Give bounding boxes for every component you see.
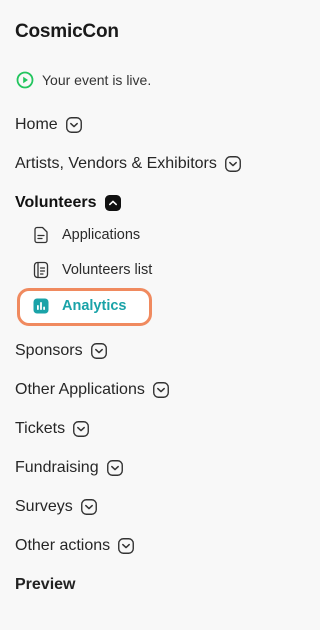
nav-item-sponsors[interactable]: Sponsors — [15, 342, 107, 360]
status-text: Your event is live. — [42, 72, 152, 88]
nav-item-label: Artists, Vendors & Exhibitors — [15, 155, 217, 172]
subnav-label: Applications — [62, 227, 141, 243]
analytics-chart-icon — [33, 298, 49, 314]
nav-item-other-applications[interactable]: Other Applications — [15, 381, 169, 399]
list-document-icon — [33, 261, 49, 279]
nav-item-preview[interactable]: Preview — [15, 576, 75, 594]
subnav-label: Analytics — [62, 298, 127, 314]
event-status: Your event is live. — [16, 71, 151, 89]
chevron-down-icon[interactable] — [65, 117, 82, 133]
nav-item-label: Sponsors — [15, 342, 83, 359]
nav-item-label: Surveys — [15, 498, 73, 515]
nav-item-surveys[interactable]: Surveys — [15, 498, 97, 516]
sidebar: CosmicCon Your event is live. Home Artis… — [0, 0, 290, 630]
chevron-down-icon[interactable] — [73, 421, 90, 437]
chevron-down-icon[interactable] — [106, 460, 123, 476]
nav-item-label: Other Applications — [15, 381, 145, 398]
subnav-item-applications[interactable]: Applications — [33, 226, 140, 244]
nav-item-volunteers[interactable]: Volunteers — [15, 194, 121, 212]
nav-item-label: Volunteers — [15, 194, 97, 211]
nav-item-home[interactable]: Home — [15, 116, 82, 134]
chevron-down-icon[interactable] — [80, 499, 97, 515]
chevron-down-icon[interactable] — [90, 343, 107, 359]
nav-item-label: Preview — [15, 576, 76, 593]
play-circle-icon — [16, 71, 34, 89]
subnav-label: Volunteers list — [62, 262, 153, 278]
nav-item-label: Home — [15, 116, 58, 133]
app-title: CosmicCon — [15, 21, 119, 42]
chevron-down-icon[interactable] — [118, 538, 135, 554]
chevron-down-icon[interactable] — [224, 156, 241, 172]
nav-item-label: Tickets — [15, 420, 66, 437]
document-icon — [33, 226, 49, 244]
nav-item-fundraising[interactable]: Fundraising — [15, 459, 123, 477]
chevron-up-icon[interactable] — [104, 195, 121, 211]
nav-item-label: Fundraising — [15, 459, 99, 476]
nav-item-label: Other actions — [15, 537, 111, 554]
nav-item-tickets[interactable]: Tickets — [15, 420, 90, 438]
nav-item-other-actions[interactable]: Other actions — [15, 537, 135, 555]
subnav-item-analytics[interactable]: Analytics — [33, 298, 126, 314]
nav-item-artists-vendors-exhibitors[interactable]: Artists, Vendors & Exhibitors — [15, 155, 241, 173]
chevron-down-icon[interactable] — [152, 382, 169, 398]
subnav-item-volunteers-list[interactable]: Volunteers list — [33, 261, 152, 279]
